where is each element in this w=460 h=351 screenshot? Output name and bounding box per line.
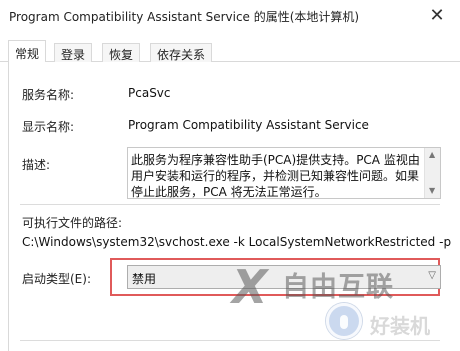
description-text: 此服务为程序兼容性助手(PCA)提供支持。PCA 监视由用户安装和运行的程序，并… [131, 153, 420, 199]
general-panel [8, 62, 460, 351]
tab-general[interactable]: 常规 [8, 40, 47, 63]
description-label: 描述: [22, 158, 51, 172]
tab-recovery[interactable]: 恢复 [102, 43, 141, 62]
title-bar: Program Compatibility Assistant Service … [0, 0, 460, 30]
divider-bottom [20, 340, 440, 341]
tab-strip: 常规 登录 恢复 依存关系 [0, 40, 460, 63]
service-name-value[interactable]: PcaSvc [128, 86, 171, 100]
tab-dependencies[interactable]: 依存关系 [150, 43, 213, 62]
exe-path-value[interactable]: C:\Windows\system32\svchost.exe -k Local… [22, 235, 452, 249]
scroll-down-icon[interactable]: ▼ [429, 186, 435, 195]
exe-path-label: 可执行文件的路径: [22, 216, 123, 230]
service-name-label: 服务名称: [22, 88, 75, 102]
scroll-up-icon[interactable]: ▲ [429, 150, 435, 159]
display-name-value[interactable]: Program Compatibility Assistant Service [128, 118, 369, 132]
startup-type-select[interactable]: 禁用 ▽ [127, 265, 441, 289]
description-scrollbar[interactable]: ▲ ▼ [424, 148, 440, 198]
window-title: Program Compatibility Assistant Service … [9, 10, 360, 24]
startup-type-label: 启动类型(E): [22, 272, 91, 286]
chevron-down-icon[interactable]: ▽ [428, 270, 436, 281]
description-box[interactable]: 此服务为程序兼容性助手(PCA)提供支持。PCA 监视由用户安装和运行的程序，并… [127, 147, 441, 199]
display-name-label: 显示名称: [22, 120, 75, 134]
startup-type-value: 禁用 [132, 272, 157, 286]
divider [20, 204, 440, 205]
close-icon[interactable]: ✕ [414, 0, 460, 30]
tab-logon[interactable]: 登录 [54, 43, 93, 62]
